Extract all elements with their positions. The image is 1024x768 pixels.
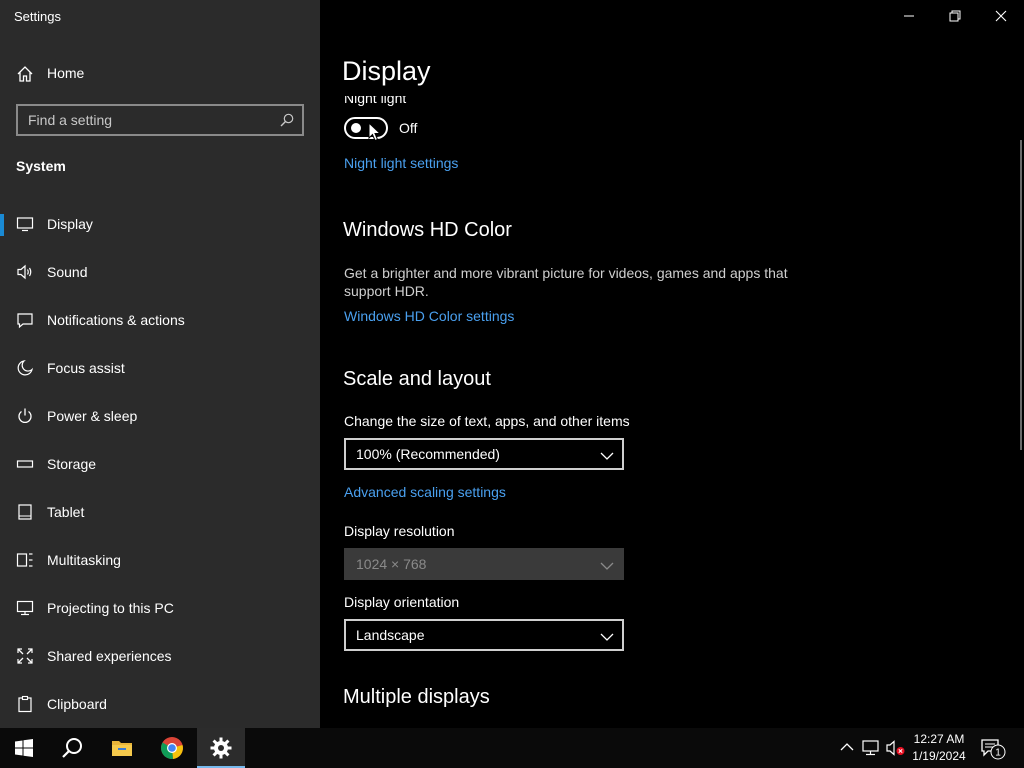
sidebar-item-label: Notifications & actions: [47, 312, 185, 328]
resolution-label: Display resolution: [344, 523, 455, 539]
sidebar-item-label: Clipboard: [47, 696, 107, 712]
projecting-icon: [16, 599, 34, 617]
home-icon: [16, 65, 34, 83]
night-light-label: Night light: [344, 90, 407, 106]
page-title: Display: [342, 56, 431, 86]
app-title: Settings: [14, 9, 61, 24]
clock[interactable]: 12:27 AM 1/19/2024: [906, 731, 972, 765]
sidebar: Settings Home System Display Sound Notif…: [0, 0, 320, 728]
sidebar-item-storage[interactable]: Storage: [0, 444, 320, 484]
gear-icon: [210, 737, 232, 759]
sidebar-item-sound[interactable]: Sound: [0, 252, 320, 292]
tablet-icon: [16, 503, 34, 521]
minimize-icon: [904, 15, 914, 17]
multiple-displays-heading: Multiple displays: [343, 686, 490, 708]
sidebar-item-shared-experiences[interactable]: Shared experiences: [0, 636, 320, 676]
active-indicator: [0, 214, 4, 236]
power-icon: [16, 407, 34, 425]
show-hidden-icons-button[interactable]: [840, 740, 854, 759]
clock-time: 12:27 AM: [913, 732, 965, 746]
network-icon: [862, 740, 879, 756]
dropdown-value: 100% (Recommended): [356, 446, 500, 462]
sidebar-item-label: Sound: [47, 264, 88, 280]
chevron-up-icon: [840, 743, 854, 751]
mouse-cursor-icon: [368, 121, 382, 142]
sidebar-item-label: Display: [47, 216, 93, 232]
hdr-heading: Windows HD Color: [343, 219, 512, 241]
chrome-button[interactable]: [148, 728, 196, 768]
orientation-dropdown[interactable]: Landscape: [344, 619, 624, 651]
sidebar-item-label: Power & sleep: [47, 408, 138, 424]
sidebar-item-label: Focus assist: [47, 360, 125, 376]
sidebar-item-power-sleep[interactable]: Power & sleep: [0, 396, 320, 436]
section-heading: System: [16, 158, 66, 174]
minimize-button[interactable]: [886, 0, 932, 32]
text-size-label: Change the size of text, apps, and other…: [344, 413, 630, 429]
sidebar-item-multitasking[interactable]: Multitasking: [0, 540, 320, 580]
hdr-settings-link[interactable]: Windows HD Color settings: [344, 308, 514, 324]
monitor-icon: [16, 215, 34, 233]
speaker-icon: [16, 263, 34, 281]
sidebar-item-focus-assist[interactable]: Focus assist: [0, 348, 320, 388]
text-size-dropdown[interactable]: 100% (Recommended): [344, 438, 624, 470]
sidebar-item-projecting[interactable]: Projecting to this PC: [0, 588, 320, 628]
chevron-down-icon: [600, 558, 614, 570]
moon-icon: [16, 359, 34, 377]
notifications-icon: 1: [981, 739, 1006, 760]
restore-button[interactable]: [932, 0, 978, 32]
taskbar-search-button[interactable]: [48, 728, 96, 768]
shared-icon: [16, 647, 34, 665]
folder-icon: [112, 741, 132, 756]
multitasking-icon: [16, 551, 34, 569]
notification-count: 1: [995, 748, 1001, 759]
taskbar: 12:27 AM 1/19/2024 1: [0, 728, 1024, 768]
sidebar-item-label: Projecting to this PC: [47, 600, 174, 616]
message-icon: [16, 311, 34, 329]
toggle-knob: [351, 123, 361, 133]
dropdown-value: Landscape: [356, 627, 425, 643]
sidebar-item-tablet[interactable]: Tablet: [0, 492, 320, 532]
sidebar-item-clipboard[interactable]: Clipboard: [0, 684, 320, 724]
close-button[interactable]: [978, 0, 1024, 32]
search-box[interactable]: [16, 104, 304, 136]
sidebar-item-display[interactable]: Display: [0, 204, 320, 244]
start-button[interactable]: [0, 728, 48, 768]
speaker-muted-icon: [886, 740, 905, 756]
resolution-dropdown: 1024 × 768: [344, 548, 624, 580]
volume-tray-button[interactable]: [886, 740, 906, 761]
home-label: Home: [47, 65, 85, 81]
search-icon: [62, 738, 82, 758]
action-center-button[interactable]: 1: [980, 738, 1006, 765]
sidebar-item-label: Tablet: [47, 504, 85, 520]
chrome-icon: [160, 737, 183, 760]
advanced-scaling-link[interactable]: Advanced scaling settings: [344, 484, 506, 500]
close-icon: [995, 10, 1007, 22]
file-explorer-button[interactable]: [98, 728, 146, 768]
clipboard-icon: [16, 695, 34, 713]
chevron-down-icon: [600, 448, 614, 460]
scrollbar[interactable]: [1020, 140, 1022, 450]
scale-heading: Scale and layout: [343, 368, 491, 390]
search-icon[interactable]: [280, 113, 294, 127]
search-input[interactable]: [18, 106, 278, 134]
night-light-settings-link[interactable]: Night light settings: [344, 155, 458, 171]
drive-icon: [16, 455, 34, 473]
sidebar-item-label: Storage: [47, 456, 97, 472]
home-nav-item[interactable]: Home: [0, 56, 320, 90]
main-content: Display Night light Off Night light sett…: [320, 0, 1024, 728]
chevron-down-icon: [600, 629, 614, 641]
restore-icon: [949, 10, 961, 22]
windows-logo-icon: [15, 739, 33, 757]
sidebar-item-notifications[interactable]: Notifications & actions: [0, 300, 320, 340]
night-light-state: Off: [399, 120, 418, 136]
dropdown-value: 1024 × 768: [356, 556, 427, 572]
hdr-description: Get a brighter and more vibrant picture …: [344, 265, 788, 299]
orientation-label: Display orientation: [344, 594, 460, 610]
sidebar-item-label: Multitasking: [47, 552, 121, 568]
clock-date: 1/19/2024: [912, 749, 966, 763]
network-tray-button[interactable]: [862, 740, 880, 761]
settings-taskbar-button[interactable]: [197, 728, 245, 768]
sidebar-item-label: Shared experiences: [47, 648, 172, 664]
